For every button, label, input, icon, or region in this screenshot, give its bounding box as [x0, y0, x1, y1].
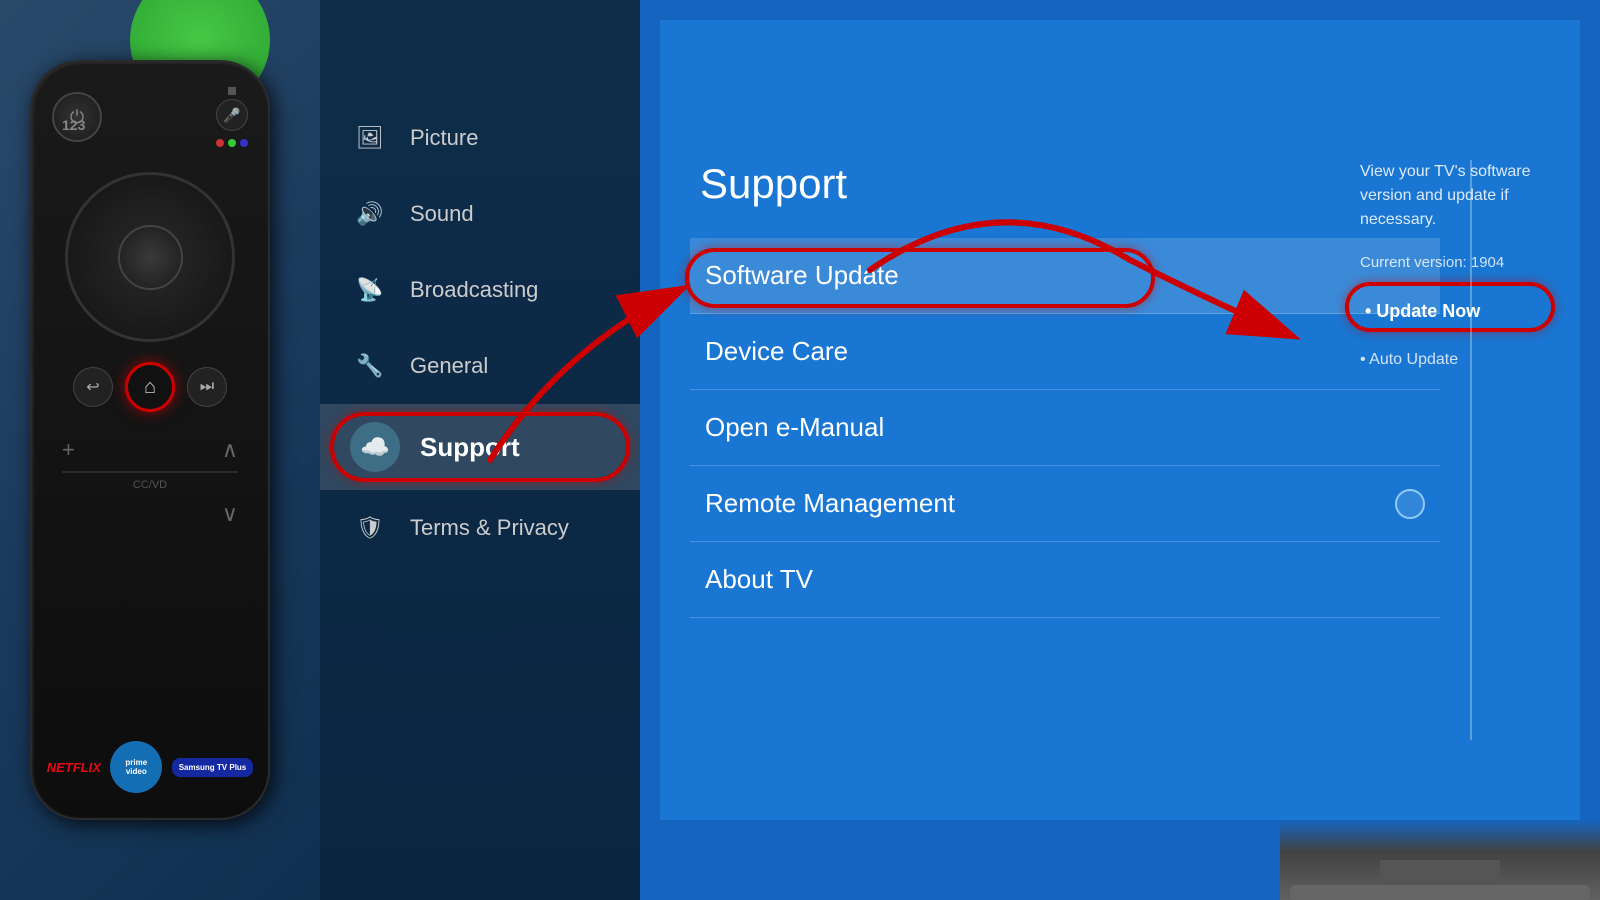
down-button[interactable]: ∨	[222, 501, 238, 527]
broadcasting-icon: 📡	[350, 270, 390, 310]
update-now-container: • Update Now	[1360, 290, 1550, 333]
back-button[interactable]: ↩	[73, 367, 113, 407]
mic-icon: 🎤	[223, 107, 240, 124]
sidebar-item-general[interactable]: 🔧 General	[320, 328, 660, 404]
volume-channel-area: + ∧ CC/VD ∨	[47, 437, 253, 527]
remote-management-label: Remote Management	[705, 488, 955, 519]
info-panel: View your TV's software version and upda…	[1360, 160, 1550, 372]
samsung-button[interactable]: Samsung TV Plus	[172, 758, 254, 777]
sidebar-item-picture[interactable]: 🖼 Picture	[320, 100, 660, 176]
nav-center-button[interactable]	[118, 225, 183, 290]
about-tv-item[interactable]: About TV	[690, 542, 1440, 618]
open-emanual-item[interactable]: Open e-Manual	[690, 390, 1440, 466]
sound-label: Sound	[410, 201, 474, 227]
tv-stand	[1280, 820, 1600, 900]
terms-label: Terms & Privacy	[410, 515, 569, 541]
general-label: General	[410, 353, 488, 379]
tv-stand-base	[1290, 885, 1590, 900]
remote-management-item[interactable]: Remote Management	[690, 466, 1440, 542]
settings-menu: 🖼 Picture 🔊 Sound 📡 Broadcasting 🔧 Gener…	[320, 0, 660, 566]
emanual-label: Open e-Manual	[705, 412, 884, 443]
update-now-button[interactable]: • Update Now	[1360, 290, 1550, 333]
plus-button[interactable]: +	[62, 437, 75, 463]
home-button[interactable]: ⌂	[125, 362, 175, 412]
cc-label: CC/VD	[133, 479, 167, 491]
num-button[interactable]: 123	[62, 117, 85, 133]
remote-control: 123 ⏻ 🎤 ↩ ⌂ ⏭	[30, 60, 290, 860]
sidebar-item-terms[interactable]: 🛡 Terms & Privacy	[320, 490, 660, 566]
broadcasting-label: Broadcasting	[410, 277, 538, 303]
nav-circle[interactable]	[65, 172, 235, 342]
sidebar-item-broadcasting[interactable]: 📡 Broadcasting	[320, 252, 660, 328]
prime-video-button[interactable]: prime video	[110, 741, 162, 793]
software-update-label: Software Update	[705, 260, 899, 291]
up-button[interactable]: ∧	[222, 437, 238, 463]
support-menu-list: Software Update Device Care Open e-Manua…	[690, 238, 1440, 618]
support-icon: ☁️	[350, 422, 400, 472]
software-update-item[interactable]: Software Update	[690, 238, 1440, 314]
samsung-label: Samsung TV Plus	[179, 763, 247, 772]
update-now-label: • Update Now	[1365, 298, 1480, 325]
remote-management-toggle[interactable]	[1395, 489, 1425, 519]
picture-icon: 🖼	[350, 118, 390, 158]
sound-icon: 🔊	[350, 194, 390, 234]
tv-screen-panel: Support Software Update Device Care Open…	[640, 0, 1600, 900]
device-care-label: Device Care	[705, 336, 848, 367]
tv-screen-area: Support Software Update Device Care Open…	[660, 20, 1580, 820]
support-label: Support	[420, 432, 520, 463]
general-icon: 🔧	[350, 346, 390, 386]
info-description: View your TV's software version and upda…	[1360, 160, 1550, 232]
app-buttons-row: NETFLIX prime video Samsung TV Plus	[32, 741, 268, 793]
control-buttons-row: ↩ ⌂ ⏭	[73, 362, 227, 412]
sidebar-item-support[interactable]: ☁️ Support	[320, 404, 660, 490]
picture-label: Picture	[410, 125, 478, 151]
sidebar-item-sound[interactable]: 🔊 Sound	[320, 176, 660, 252]
about-tv-label: About TV	[705, 564, 813, 595]
terms-icon: 🛡	[350, 508, 390, 548]
remote-body: 123 ⏻ 🎤 ↩ ⌂ ⏭	[30, 60, 270, 820]
auto-update-label: • Auto Update	[1360, 348, 1550, 372]
panel-divider	[1470, 160, 1472, 740]
support-section: Support Software Update Device Care Open…	[690, 160, 1440, 618]
netflix-button[interactable]: NETFLIX	[47, 760, 101, 775]
version-text: Current version: 1904	[1360, 252, 1550, 275]
forward-button[interactable]: ⏭	[187, 367, 227, 407]
tv-menu-panel: 🖼 Picture 🔊 Sound 📡 Broadcasting 🔧 Gener…	[320, 0, 660, 900]
support-title: Support	[690, 160, 1440, 208]
device-care-item[interactable]: Device Care	[690, 314, 1440, 390]
prime-label: prime video	[114, 758, 158, 776]
mic-button[interactable]: 🎤	[216, 99, 248, 131]
